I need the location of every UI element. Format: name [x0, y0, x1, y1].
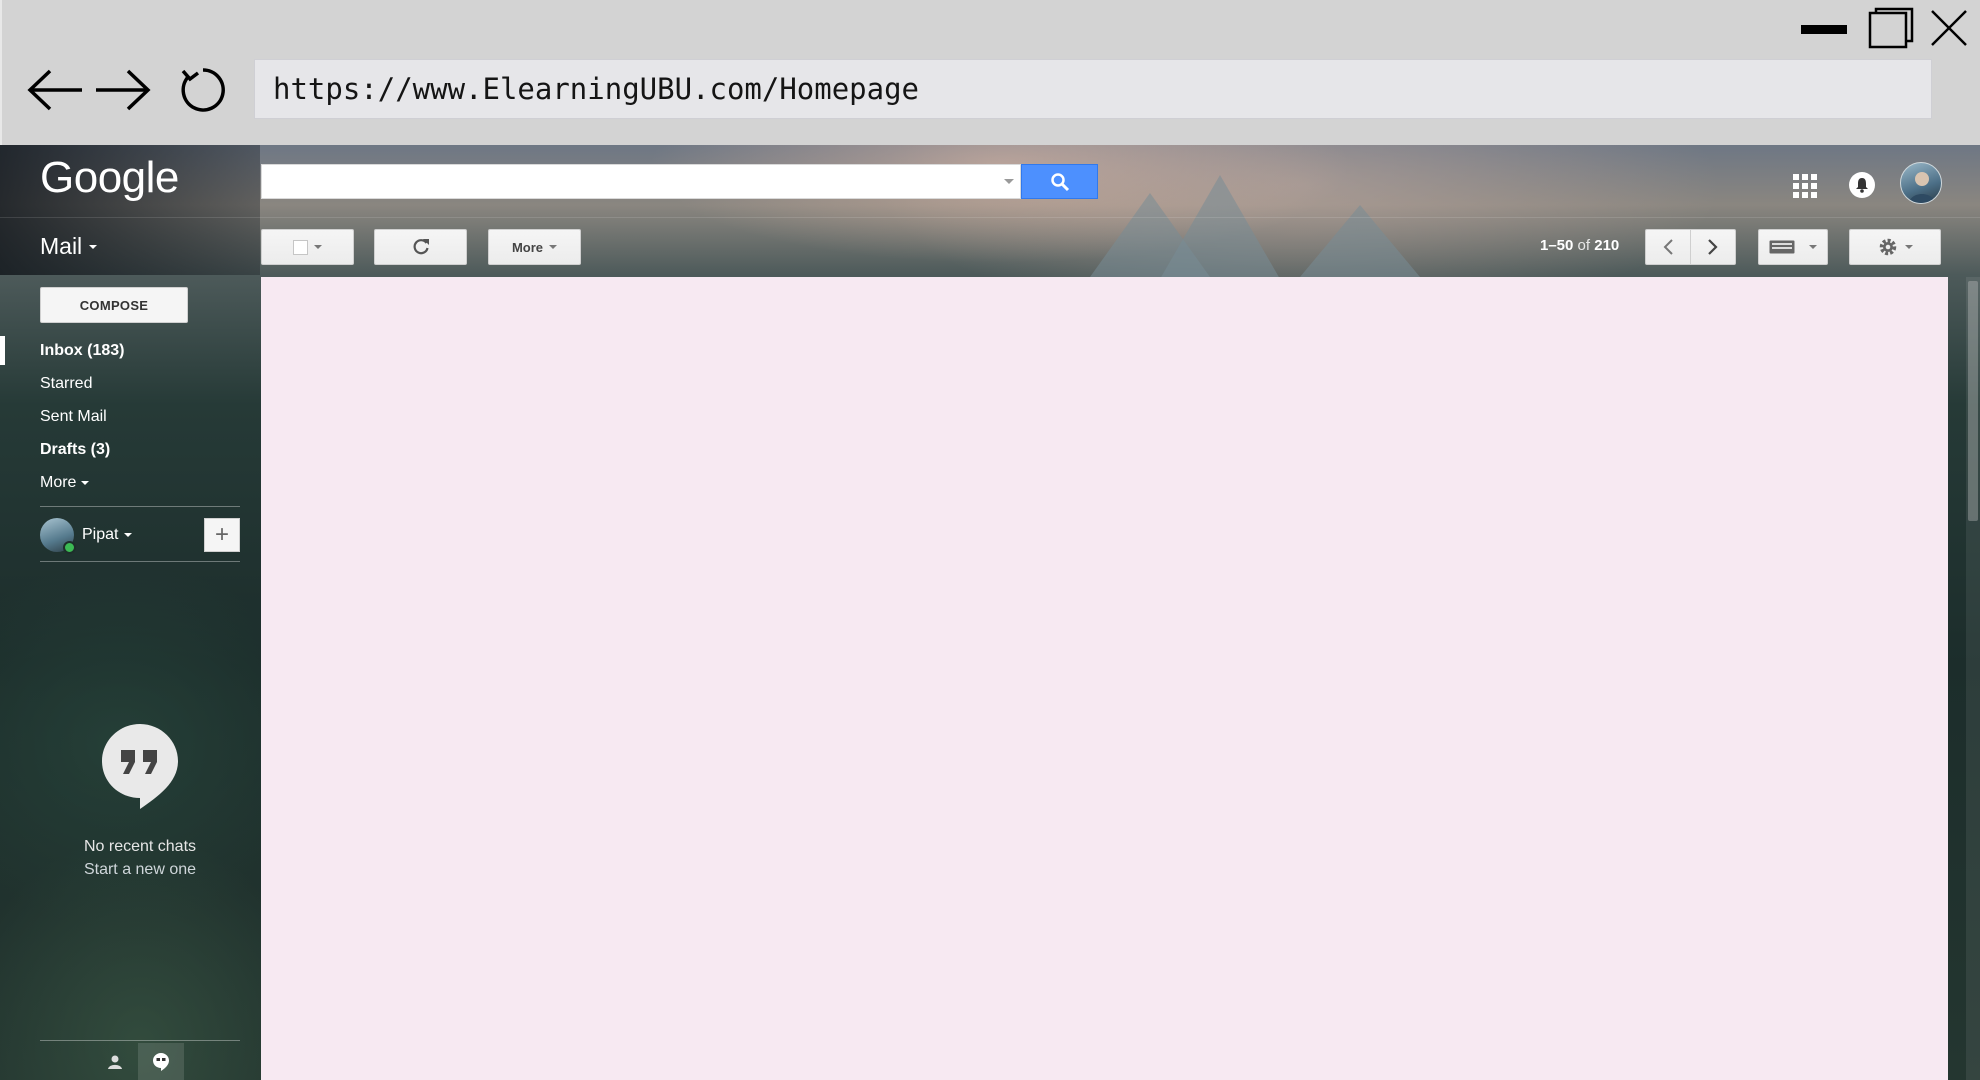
online-status-icon: [63, 541, 76, 554]
folder-list: Inbox (183) Starred Sent Mail Drafts (3)…: [0, 334, 240, 499]
compose-button[interactable]: COMPOSE: [40, 287, 188, 323]
reload-button[interactable]: [168, 58, 238, 122]
sidebar-item-label: Sent Mail: [40, 407, 107, 425]
message-list-pane[interactable]: [261, 277, 1948, 1080]
newer-page-button[interactable]: [1645, 229, 1691, 265]
url-text: https://www.ElearningUBU.com/Homepage: [273, 72, 920, 106]
address-bar[interactable]: https://www.ElearningUBU.com/Homepage: [254, 59, 1932, 119]
new-chat-button[interactable]: +: [204, 518, 240, 552]
search-button[interactable]: [1021, 164, 1098, 199]
user-name: Pipat: [82, 526, 133, 544]
sidebar-item-label: More: [40, 473, 77, 491]
pagination-of: of: [1577, 237, 1591, 254]
back-button[interactable]: [20, 58, 90, 122]
google-logo[interactable]: Google: [40, 153, 179, 203]
chevron-down-icon: [1905, 245, 1913, 249]
background-mountain: [1160, 175, 1280, 279]
hangouts-quote-icon: [102, 724, 178, 809]
notifications-button[interactable]: [1849, 172, 1875, 198]
settings-button[interactable]: [1849, 229, 1941, 265]
refresh-button[interactable]: [374, 229, 467, 265]
forward-arrow-icon: [96, 69, 151, 111]
hangouts-icon: [153, 1052, 169, 1071]
sidebar-item-sent-mail[interactable]: Sent Mail: [0, 400, 240, 433]
avatar-photo-icon: [1909, 172, 1935, 203]
person-icon: [108, 1055, 122, 1069]
more-actions-button[interactable]: More: [488, 229, 581, 265]
search-icon: [1050, 172, 1069, 191]
header-divider: [0, 217, 1980, 218]
apps-button[interactable]: [1790, 171, 1820, 201]
search-input[interactable]: [261, 164, 1021, 199]
sidebar-item-label: Drafts (3): [40, 440, 111, 458]
maximize-button[interactable]: [1864, 6, 1918, 50]
pagination-total: 210: [1594, 237, 1620, 254]
plus-icon: +: [214, 521, 229, 548]
sidebar-divider: [40, 561, 240, 562]
select-dropdown-button[interactable]: [261, 229, 354, 265]
more-actions-label: More: [511, 239, 544, 255]
sidebar-divider: [40, 506, 240, 507]
close-icon: [1931, 10, 1967, 46]
pagination-status: 1–50 of 210: [1540, 237, 1636, 254]
sidebar-item-label: Inbox (183): [40, 341, 125, 359]
pagination-range: 1–50: [1540, 237, 1574, 254]
sidebar-item-inbox[interactable]: Inbox (183): [0, 334, 240, 367]
older-page-button[interactable]: [1690, 229, 1736, 265]
start-chat-link[interactable]: Start a new one: [40, 858, 240, 881]
mail-menu[interactable]: Mail: [40, 233, 98, 260]
account-avatar[interactable]: [1900, 162, 1942, 204]
minimize-icon: [1801, 25, 1847, 34]
checkbox-icon: [293, 239, 308, 255]
sidebar-item-label: Starred: [40, 374, 93, 392]
chevron-left-icon: [1663, 239, 1673, 255]
gmail-viewport: Google Mail More 1–50 of 210 COMPOSE Inb…: [0, 145, 1980, 1080]
sidebar-item-drafts[interactable]: Drafts (3): [0, 433, 240, 466]
input-tools-button[interactable]: [1758, 229, 1828, 265]
chevron-down-icon: [549, 245, 558, 249]
apps-grid-icon: [1793, 174, 1799, 180]
search-options-caret[interactable]: [1004, 179, 1014, 184]
no-chats-message: No recent chats Start a new one: [40, 835, 240, 881]
scrollbar-thumb[interactable]: [1968, 281, 1978, 521]
chevron-right-icon: [1708, 239, 1718, 255]
sidebar-item-starred[interactable]: Starred: [0, 367, 240, 400]
keyboard-icon: [1769, 240, 1795, 254]
chevron-down-icon: [1809, 245, 1817, 249]
maximize-icon: [1868, 7, 1914, 49]
sidebar-item-more[interactable]: More: [0, 466, 240, 499]
forward-button[interactable]: [88, 58, 158, 122]
chevron-down-icon: [314, 245, 322, 249]
gear-icon: [1879, 238, 1897, 256]
chevron-down-icon: [124, 533, 133, 537]
chevron-down-icon: [81, 480, 90, 485]
user-name-label: Pipat: [82, 526, 119, 543]
hangouts-tab[interactable]: [138, 1043, 184, 1080]
reload-icon: [181, 68, 225, 112]
mail-dropdown-caret-icon: [89, 244, 98, 249]
close-window-button[interactable]: [1922, 6, 1976, 50]
avatar: [40, 518, 76, 554]
no-chats-text: No recent chats: [83, 838, 197, 855]
notification-bell-icon: [1856, 178, 1868, 193]
back-arrow-icon: [27, 69, 82, 111]
refresh-icon: [413, 239, 429, 255]
scrollbar[interactable]: [1966, 277, 1980, 1080]
background-mountain: [1300, 205, 1420, 277]
mail-label: Mail: [40, 233, 83, 259]
browser-chrome: https://www.ElearningUBU.com/Homepage: [0, 0, 1980, 145]
minimize-button[interactable]: [1798, 6, 1852, 50]
sidebar-bottom-divider: [40, 1040, 240, 1041]
contacts-tab[interactable]: [92, 1043, 138, 1080]
